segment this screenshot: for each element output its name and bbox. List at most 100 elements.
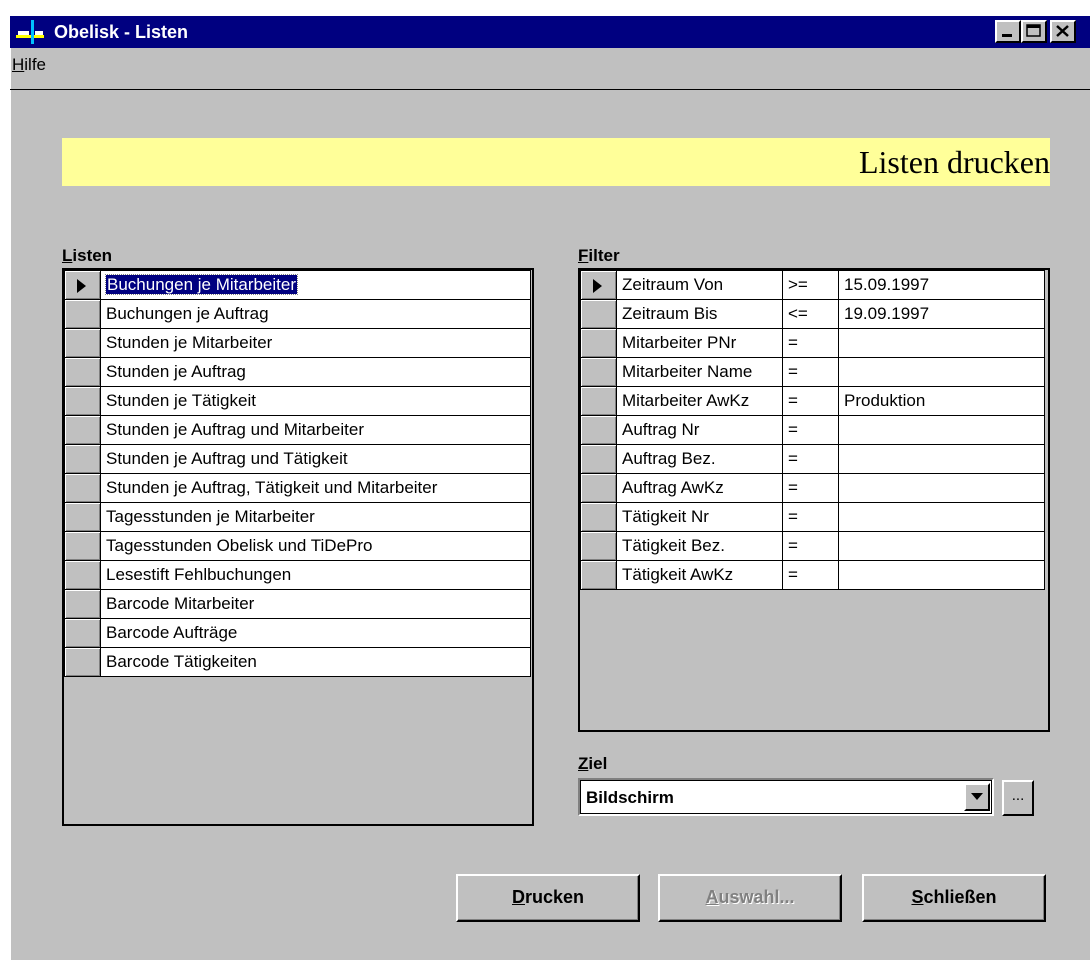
row-selector[interactable] xyxy=(580,357,617,387)
minimize-button[interactable] xyxy=(995,20,1021,43)
filter-row[interactable]: Auftrag Bez. = xyxy=(580,444,1045,474)
filter-row[interactable]: Mitarbeiter AwKz = Produktion xyxy=(580,386,1045,416)
row-selector[interactable] xyxy=(64,386,101,416)
list-item-label-cell[interactable]: Stunden je Auftrag und Tätigkeit xyxy=(100,444,531,474)
menu-hilfe[interactable]: Hilfe xyxy=(12,54,46,76)
filter-row[interactable]: Zeitraum Von >= 15.09.1997 xyxy=(580,270,1045,300)
list-item[interactable]: Stunden je Auftrag und Tätigkeit xyxy=(64,444,531,474)
filter-row[interactable]: Tätigkeit Nr = xyxy=(580,502,1045,532)
list-item[interactable]: Barcode Tätigkeiten xyxy=(64,647,531,677)
filter-value[interactable] xyxy=(838,357,1045,387)
row-selector[interactable] xyxy=(580,270,617,300)
list-item[interactable]: Tagesstunden je Mitarbeiter xyxy=(64,502,531,532)
target-dropdown-button[interactable] xyxy=(964,783,990,811)
filter-operator[interactable]: = xyxy=(782,386,839,416)
row-selector[interactable] xyxy=(64,531,101,561)
target-select[interactable]: Bildschirm xyxy=(578,778,994,816)
row-selector[interactable] xyxy=(580,386,617,416)
filter-operator[interactable]: = xyxy=(782,328,839,358)
filter-operator[interactable]: <= xyxy=(782,299,839,329)
row-selector[interactable] xyxy=(64,299,101,329)
list-item[interactable]: Stunden je Auftrag, Tätigkeit und Mitarb… xyxy=(64,473,531,503)
row-selector[interactable] xyxy=(580,473,617,503)
filter-operator[interactable]: = xyxy=(782,357,839,387)
list-item-label-cell[interactable]: Tagesstunden Obelisk und TiDePro xyxy=(100,531,531,561)
row-selector[interactable] xyxy=(64,357,101,387)
filter-value[interactable] xyxy=(838,531,1045,561)
current-row-arrow-icon xyxy=(593,279,602,293)
maximize-button[interactable] xyxy=(1021,20,1047,43)
row-selector[interactable] xyxy=(64,328,101,358)
close-button[interactable]: Schließen xyxy=(862,874,1046,922)
filter-row[interactable]: Auftrag AwKz = xyxy=(580,473,1045,503)
row-selector[interactable] xyxy=(64,415,101,445)
browse-button[interactable]: ... xyxy=(1002,780,1034,816)
list-item-label-cell[interactable]: Stunden je Tätigkeit xyxy=(100,386,531,416)
filter-operator[interactable]: >= xyxy=(782,270,839,300)
filter-value[interactable] xyxy=(838,328,1045,358)
row-selector[interactable] xyxy=(64,589,101,619)
filter-row[interactable]: Mitarbeiter Name = xyxy=(580,357,1045,387)
filter-operator[interactable]: = xyxy=(782,502,839,532)
list-item[interactable]: Stunden je Mitarbeiter xyxy=(64,328,531,358)
row-selector[interactable] xyxy=(64,647,101,677)
row-selector[interactable] xyxy=(64,444,101,474)
list-item[interactable]: Barcode Aufträge xyxy=(64,618,531,648)
list-item-label-cell[interactable]: Stunden je Mitarbeiter xyxy=(100,328,531,358)
list-item-label-cell[interactable]: Barcode Tätigkeiten xyxy=(100,647,531,677)
list-item-label-cell[interactable]: Lesestift Fehlbuchungen xyxy=(100,560,531,590)
filter-value[interactable] xyxy=(838,415,1045,445)
row-selector[interactable] xyxy=(580,560,617,590)
filter-operator[interactable]: = xyxy=(782,444,839,474)
list-item-label-cell[interactable]: Tagesstunden je Mitarbeiter xyxy=(100,502,531,532)
filter-operator[interactable]: = xyxy=(782,560,839,590)
row-selector[interactable] xyxy=(64,502,101,532)
filter-row[interactable]: Zeitraum Bis <= 19.09.1997 xyxy=(580,299,1045,329)
row-selector[interactable] xyxy=(580,328,617,358)
list-item-label-cell[interactable]: Buchungen je Mitarbeiter xyxy=(100,270,531,300)
filter-row[interactable]: Mitarbeiter PNr = xyxy=(580,328,1045,358)
filter-value[interactable]: Produktion xyxy=(838,386,1045,416)
filter-value[interactable]: 19.09.1997 xyxy=(838,299,1045,329)
row-selector[interactable] xyxy=(64,618,101,648)
close-window-button[interactable] xyxy=(1050,20,1076,43)
list-item-label-cell[interactable]: Barcode Aufträge xyxy=(100,618,531,648)
list-item-label-cell[interactable]: Stunden je Auftrag, Tätigkeit und Mitarb… xyxy=(100,473,531,503)
list-item[interactable]: Stunden je Tätigkeit xyxy=(64,386,531,416)
list-item-label-cell[interactable]: Buchungen je Auftrag xyxy=(100,299,531,329)
row-selector[interactable] xyxy=(580,502,617,532)
row-selector[interactable] xyxy=(64,270,101,300)
filter-operator[interactable]: = xyxy=(782,473,839,503)
list-item[interactable]: Buchungen je Auftrag xyxy=(64,299,531,329)
filter-value[interactable] xyxy=(838,473,1045,503)
filter-row[interactable]: Tätigkeit Bez. = xyxy=(580,531,1045,561)
filter-value[interactable]: 15.09.1997 xyxy=(838,270,1045,300)
row-selector[interactable] xyxy=(64,473,101,503)
filter-value[interactable] xyxy=(838,560,1045,590)
list-item-label-cell[interactable]: Barcode Mitarbeiter xyxy=(100,589,531,619)
list-item[interactable]: Stunden je Auftrag und Mitarbeiter xyxy=(64,415,531,445)
filter-row[interactable]: Auftrag Nr = xyxy=(580,415,1045,445)
list-item[interactable]: Stunden je Auftrag xyxy=(64,357,531,387)
title-bar[interactable]: Obelisk - Listen xyxy=(10,16,1090,48)
list-item[interactable]: Lesestift Fehlbuchungen xyxy=(64,560,531,590)
row-selector[interactable] xyxy=(580,531,617,561)
list-item-label-cell[interactable]: Stunden je Auftrag und Mitarbeiter xyxy=(100,415,531,445)
list-item[interactable]: Tagesstunden Obelisk und TiDePro xyxy=(64,531,531,561)
list-item[interactable]: Buchungen je Mitarbeiter xyxy=(64,270,531,300)
list-item-label-cell[interactable]: Stunden je Auftrag xyxy=(100,357,531,387)
list-item[interactable]: Barcode Mitarbeiter xyxy=(64,589,531,619)
filter-row[interactable]: Tätigkeit AwKz = xyxy=(580,560,1045,590)
filter-grid[interactable]: Zeitraum Von >= 15.09.1997 Zeitraum Bis <= 19… xyxy=(578,268,1050,732)
filter-value[interactable] xyxy=(838,444,1045,474)
row-selector[interactable] xyxy=(580,444,617,474)
print-button[interactable]: Drucken xyxy=(456,874,640,922)
lists-grid[interactable]: Buchungen je Mitarbeiter Buchungen je Auf… xyxy=(62,268,534,826)
filter-operator[interactable]: = xyxy=(782,531,839,561)
row-selector[interactable] xyxy=(580,415,617,445)
selection-button[interactable]: Auswahl... xyxy=(658,874,842,922)
row-selector[interactable] xyxy=(64,560,101,590)
row-selector[interactable] xyxy=(580,299,617,329)
filter-operator[interactable]: = xyxy=(782,415,839,445)
filter-value[interactable] xyxy=(838,502,1045,532)
